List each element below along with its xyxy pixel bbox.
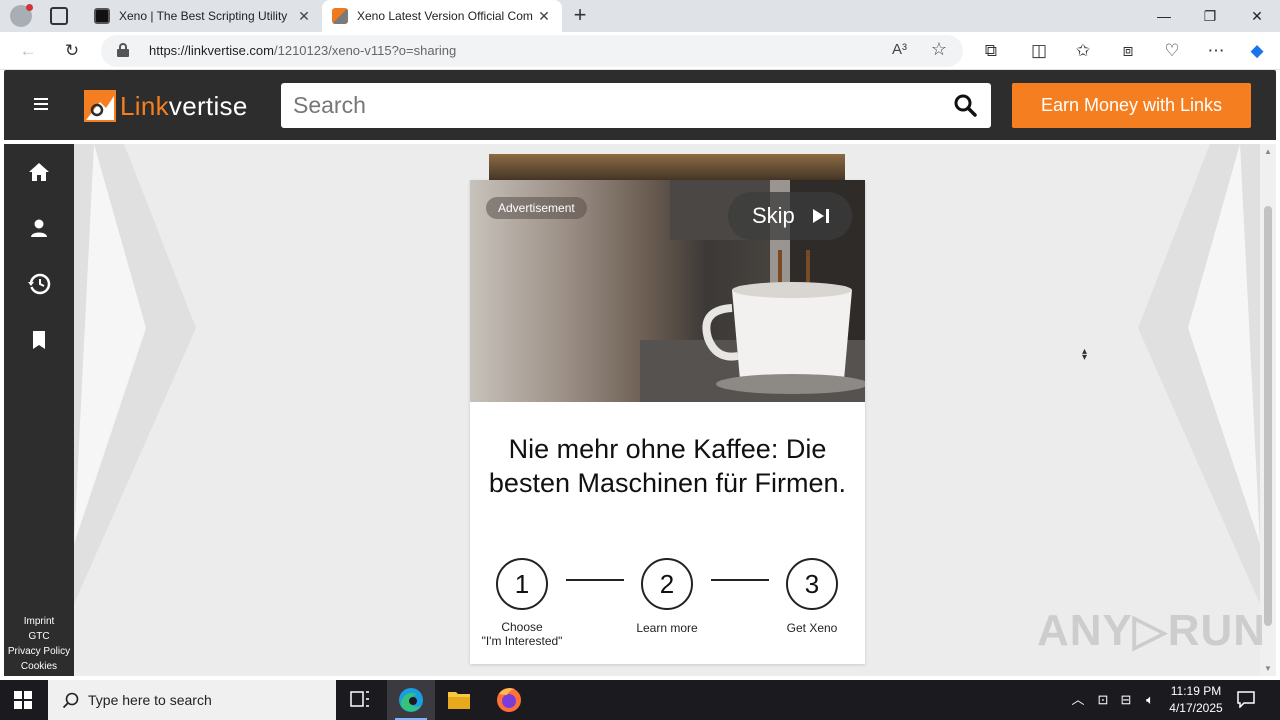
ad-headline: Nie mehr ohne Kaffee: Die besten Maschin… — [488, 434, 847, 498]
scroll-up-icon[interactable]: ▲ — [1264, 147, 1272, 156]
browser-tab-strip: Xeno | The Best Scripting Utility ✕ Xeno… — [0, 0, 1280, 32]
extensions-icon[interactable]: ⧉ — [980, 40, 1002, 62]
firefox-icon[interactable] — [485, 680, 533, 720]
xeno-favicon-icon — [94, 8, 110, 24]
taskbar-clock[interactable]: 11:19 PM 4/17/2025 — [1160, 683, 1232, 717]
step-2-label: Learn more — [636, 621, 698, 635]
linkvertise-logo-icon — [84, 90, 116, 122]
clock-time: 11:19 PM — [1170, 684, 1222, 698]
task-view-icon[interactable] — [336, 680, 384, 720]
scroll-indicator-icon: ▴ ▾ — [1082, 346, 1088, 363]
browser-tab-linkvertise[interactable]: Xeno Latest Version Official Com ✕ — [322, 0, 562, 32]
notification-center-icon[interactable] — [1236, 690, 1256, 708]
tab-title: Xeno Latest Version Official Com — [357, 9, 533, 23]
earn-money-button[interactable]: Earn Money with Links — [1012, 83, 1251, 128]
step-connector — [711, 579, 769, 581]
read-aloud-icon[interactable]: A³ — [892, 41, 907, 58]
logo-wordmark: Linkvertise — [120, 90, 248, 121]
restore-button[interactable]: ❐ — [1187, 0, 1233, 32]
advertisement-label: Advertisement — [486, 197, 587, 219]
step-1-label: Choose "I'm Interested" — [481, 620, 563, 648]
favorites-icon[interactable]: ✩ — [1072, 40, 1094, 62]
address-bar[interactable]: https://linkvertise.com/1210123/xeno-v11… — [101, 35, 963, 67]
history-icon[interactable] — [26, 272, 52, 296]
step-2-circle: 2 — [641, 558, 693, 610]
gtc-link[interactable]: GTC — [4, 631, 74, 642]
notification-dot — [26, 4, 33, 11]
collections-icon[interactable]: ⧈ — [1117, 40, 1139, 62]
taskbar-search-icon — [62, 692, 79, 709]
taskbar-search-box[interactable] — [48, 680, 336, 720]
step-connector — [566, 579, 624, 581]
browser-essentials-icon[interactable]: ♡ — [1161, 40, 1183, 62]
skip-next-icon — [813, 209, 829, 223]
step-3-label: Get Xeno — [786, 621, 838, 635]
network-icon[interactable]: ⊟ — [1116, 680, 1136, 720]
volume-icon[interactable]: 🔈︎ — [1140, 680, 1160, 720]
site-search-input[interactable] — [281, 83, 931, 128]
edge-taskbar-icon[interactable] — [387, 680, 435, 720]
skip-label: Skip — [752, 203, 795, 228]
tray-overflow-icon[interactable]: ︿ — [1068, 680, 1088, 720]
device-icon[interactable]: ⊡ — [1094, 680, 1112, 720]
step-3-circle: 3 — [786, 558, 838, 610]
windows-taskbar: ︿ ⊡ ⊟ 🔈︎ 11:19 PM 4/17/2025 — [0, 680, 1280, 720]
privacy-policy-link[interactable]: Privacy Policy — [4, 646, 74, 657]
search-icon[interactable] — [953, 93, 977, 117]
url-path: /1210123/xeno-v115?o=sharing — [274, 43, 457, 58]
copilot-icon[interactable]: ◆ — [1246, 40, 1268, 62]
linkvertise-favicon-icon — [332, 8, 348, 24]
sidebar: Imprint GTC Privacy Policy Cookies — [4, 144, 74, 676]
refresh-icon[interactable]: ↻ — [61, 40, 83, 62]
site-header: Linkvertise Earn Money with Links — [4, 70, 1276, 140]
lock-icon[interactable] — [117, 43, 129, 57]
new-tab-button[interactable]: + — [569, 4, 591, 26]
windows-start-icon[interactable] — [14, 691, 32, 709]
tab-actions-icon[interactable] — [50, 7, 68, 25]
skip-ad-button[interactable]: Skip — [728, 192, 852, 240]
taskbar-search-input[interactable] — [86, 680, 326, 720]
step-1-circle: 1 — [496, 558, 548, 610]
imprint-link[interactable]: Imprint — [4, 616, 74, 627]
coffee-ad-image[interactable]: Advertisement Skip — [470, 180, 865, 402]
minimize-button[interactable]: — — [1141, 0, 1187, 32]
favorite-star-icon[interactable]: ☆ — [931, 39, 947, 60]
browser-toolbar: ← ↻ https://linkvertise.com/1210123/xeno… — [0, 32, 1280, 70]
clock-date: 4/17/2025 — [1169, 701, 1223, 715]
window-close-button[interactable]: ✕ — [1234, 0, 1280, 32]
profile-avatar-icon[interactable] — [10, 4, 33, 27]
scroll-down-icon[interactable]: ▼ — [1264, 664, 1272, 673]
home-icon[interactable] — [26, 160, 52, 184]
tab-title: Xeno | The Best Scripting Utility — [119, 9, 288, 23]
linkvertise-logo[interactable]: Linkvertise — [84, 90, 248, 122]
menu-icon[interactable] — [34, 98, 48, 110]
site-search-bar — [281, 83, 991, 128]
back-icon[interactable]: ← — [17, 40, 39, 62]
tab-close-icon[interactable]: ✕ — [296, 8, 312, 25]
tab-close-icon[interactable]: ✕ — [536, 8, 552, 25]
user-icon[interactable] — [26, 216, 52, 240]
split-screen-icon[interactable]: ◫ — [1028, 40, 1050, 62]
scrollbar-thumb[interactable] — [1264, 206, 1272, 626]
url-text: https://linkvertise.com/1210123/xeno-v11… — [149, 43, 456, 58]
more-menu-icon[interactable]: ⋯ — [1205, 40, 1227, 62]
url-host: https://linkvertise.com — [149, 43, 274, 58]
cookies-link[interactable]: Cookies — [4, 661, 74, 672]
anyrun-watermark: ANY▷RUN — [1037, 606, 1267, 655]
file-explorer-icon[interactable] — [435, 680, 483, 720]
bookmark-icon[interactable] — [26, 328, 52, 352]
ad-card[interactable]: Advertisement Skip Nie mehr ohne Kaffee:… — [470, 180, 865, 664]
page-scrollbar[interactable]: ▲ ▼ — [1260, 144, 1276, 676]
browser-tab-xeno[interactable]: Xeno | The Best Scripting Utility ✕ — [84, 0, 322, 32]
